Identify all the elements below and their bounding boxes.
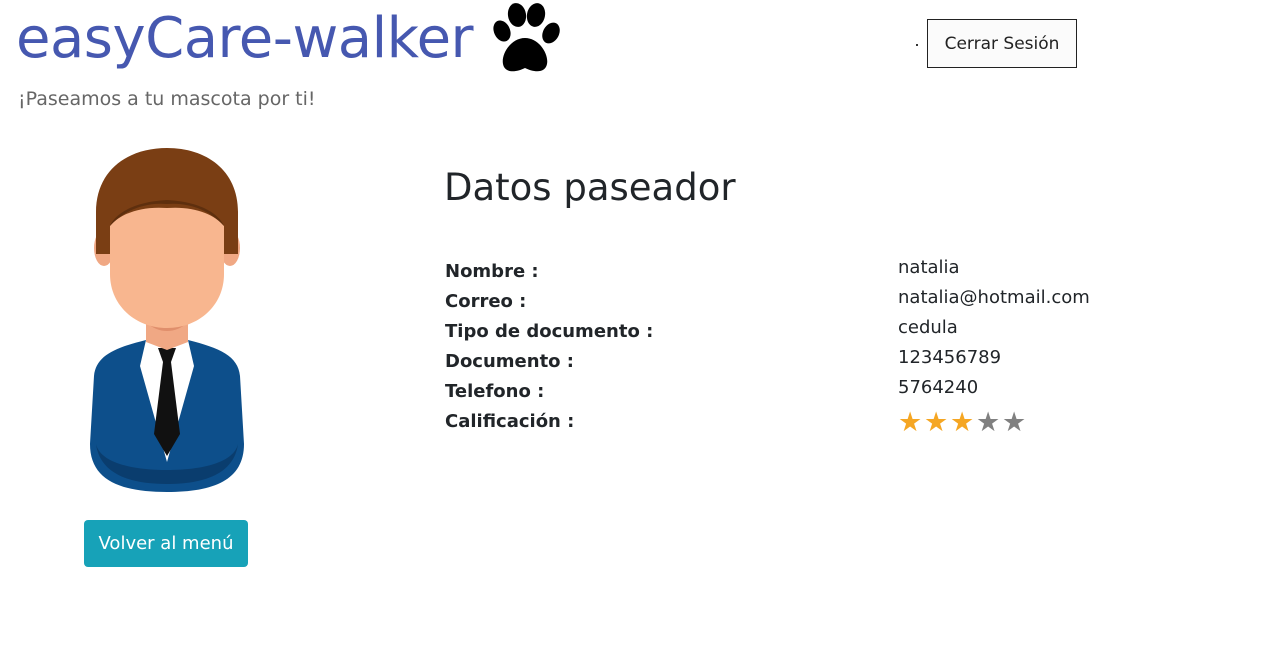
- star-empty-icon: ★: [976, 407, 1001, 438]
- tagline: ¡Paseamos a tu mascota por ti!: [18, 88, 316, 110]
- value-documento: 123456789: [898, 347, 1002, 368]
- back-to-menu-button[interactable]: Volver al menú: [84, 520, 248, 567]
- brand[interactable]: easyCare-walker: [16, 2, 561, 76]
- label-documento: Documento :: [445, 351, 575, 372]
- rating-stars: ★ ★ ★ ★ ★: [898, 408, 1090, 438]
- star-filled-icon: ★: [924, 407, 949, 438]
- logout-button[interactable]: Cerrar Sesión: [927, 19, 1077, 68]
- paw-icon: [493, 3, 560, 72]
- label-correo: Correo :: [445, 291, 527, 312]
- label-telefono: Telefono :: [445, 381, 545, 402]
- label-tipo-documento: Tipo de documento :: [445, 321, 654, 342]
- label-nombre: Nombre :: [445, 261, 539, 282]
- star-filled-icon: ★: [950, 407, 975, 438]
- label-calificacion: Calificación :: [445, 411, 575, 432]
- walker-avatar: [90, 148, 244, 492]
- field-values: natalia natalia@hotmail.com cedula 12345…: [898, 256, 1090, 438]
- value-correo: natalia@hotmail.com: [898, 287, 1090, 308]
- separator-dot: [916, 44, 918, 46]
- value-tipo-documento: cedula: [898, 317, 958, 338]
- value-nombre: natalia: [898, 257, 960, 278]
- header: easyCare-walker ¡Paseamos a tu mascota p…: [0, 0, 1278, 130]
- brand-title: easyCare-walker: [16, 6, 474, 71]
- field-labels: Nombre : Correo : Tipo de documento : Do…: [445, 260, 653, 440]
- page-title: Datos paseador: [444, 166, 736, 209]
- star-empty-icon: ★: [1002, 407, 1027, 438]
- value-telefono: 5764240: [898, 377, 979, 398]
- star-filled-icon: ★: [898, 407, 923, 438]
